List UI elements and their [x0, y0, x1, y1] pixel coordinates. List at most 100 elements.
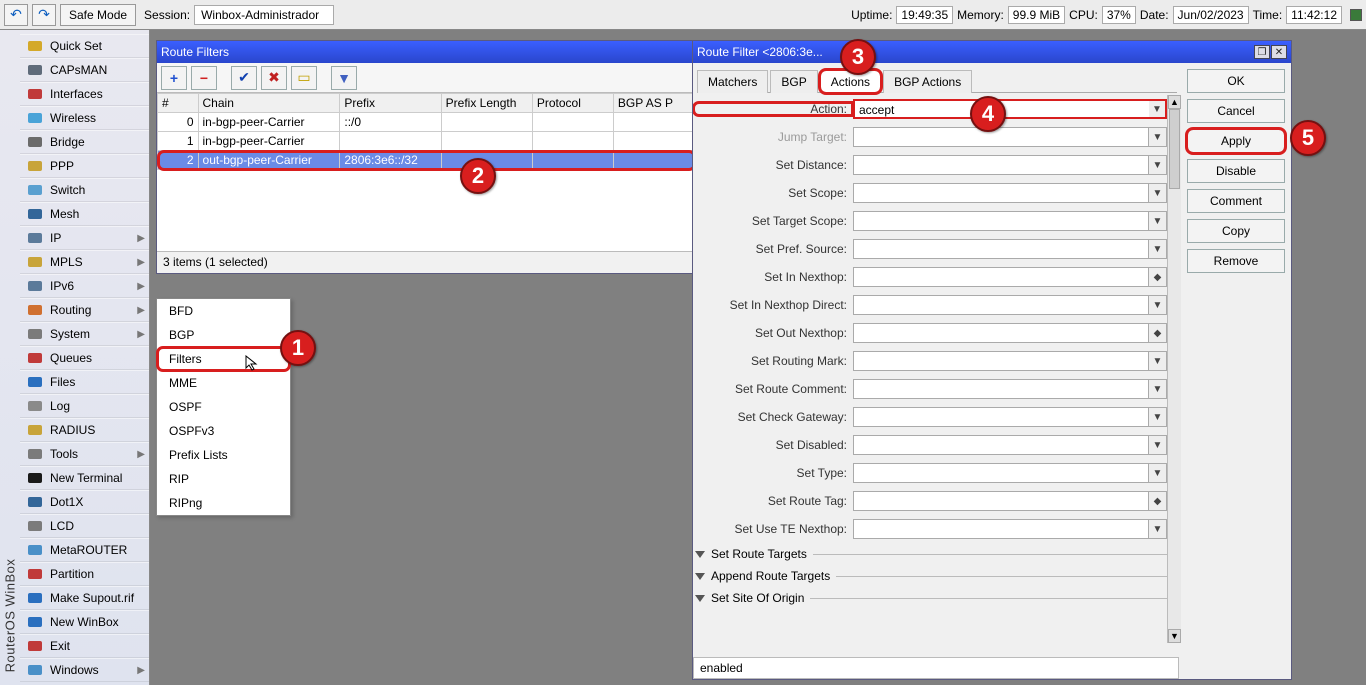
sidebar-item-exit[interactable]: Exit [20, 634, 149, 658]
column-header[interactable]: BGP AS P [613, 94, 694, 113]
sidebar-item-metarouter[interactable]: MetaROUTER [20, 538, 149, 562]
copy-button[interactable]: Copy [1187, 219, 1285, 243]
field-input[interactable] [853, 379, 1149, 399]
dropdown-toggle-icon[interactable]: ◆ [1149, 323, 1167, 343]
filter-button[interactable]: ▼ [331, 66, 357, 90]
remove-button[interactable]: − [191, 66, 217, 90]
sidebar-item-queues[interactable]: Queues [20, 346, 149, 370]
sidebar-item-wireless[interactable]: Wireless [20, 106, 149, 130]
enable-button[interactable]: ✔ [231, 66, 257, 90]
ok-button[interactable]: OK [1187, 69, 1285, 93]
submenu-item-bgp[interactable]: BGP [157, 323, 290, 347]
sidebar-item-windows[interactable]: Windows▶ [20, 658, 149, 682]
scroll-down-icon[interactable]: ▼ [1168, 629, 1181, 643]
dropdown-toggle-icon[interactable]: ▼ [1149, 379, 1167, 399]
apply-button[interactable]: Apply [1187, 129, 1285, 153]
sidebar-item-partition[interactable]: Partition [20, 562, 149, 586]
sidebar-item-radius[interactable]: RADIUS [20, 418, 149, 442]
close-button[interactable]: ✕ [1271, 45, 1287, 59]
table-row[interactable]: 0in-bgp-peer-Carrier::/0 [158, 113, 695, 132]
sidebar-item-ipv6[interactable]: IPv6▶ [20, 274, 149, 298]
sidebar-item-files[interactable]: Files [20, 370, 149, 394]
sidebar-item-new-terminal[interactable]: New Terminal [20, 466, 149, 490]
dropdown-toggle-icon[interactable]: ▼ [1149, 295, 1167, 315]
dropdown-toggle-icon[interactable]: ▼ [1149, 183, 1167, 203]
submenu-item-prefix-lists[interactable]: Prefix Lists [157, 443, 290, 467]
submenu-item-bfd[interactable]: BFD [157, 299, 290, 323]
submenu-item-mme[interactable]: MME [157, 371, 290, 395]
field-input[interactable] [853, 323, 1149, 343]
disable-button[interactable]: ✖ [261, 66, 287, 90]
dropdown-toggle-icon[interactable]: ▼ [1149, 155, 1167, 175]
restore-button[interactable]: ❐ [1254, 45, 1270, 59]
sidebar-item-tools[interactable]: Tools▶ [20, 442, 149, 466]
add-button[interactable]: + [161, 66, 187, 90]
scroll-thumb[interactable] [1169, 109, 1180, 189]
redo-button[interactable]: ↷ [32, 4, 56, 26]
column-header[interactable]: Prefix Length [441, 94, 532, 113]
submenu-item-ripng[interactable]: RIPng [157, 491, 290, 515]
column-header[interactable]: Protocol [532, 94, 613, 113]
disable-button[interactable]: Disable [1187, 159, 1285, 183]
sidebar-item-bridge[interactable]: Bridge [20, 130, 149, 154]
dropdown-toggle-icon[interactable]: ▼ [1149, 463, 1167, 483]
field-input[interactable] [853, 211, 1149, 231]
field-input[interactable] [853, 491, 1149, 511]
dropdown-toggle-icon[interactable]: ▼ [1149, 239, 1167, 259]
table-row[interactable]: 1in-bgp-peer-Carrier [158, 132, 695, 151]
field-input[interactable] [853, 435, 1149, 455]
collapser-set-site-of-origin[interactable]: Set Site Of Origin [693, 587, 1167, 609]
sidebar-item-make-supout-rif[interactable]: Make Supout.rif [20, 586, 149, 610]
tab-matchers[interactable]: Matchers [697, 70, 768, 93]
tab-bgp[interactable]: BGP [770, 70, 817, 93]
dropdown-toggle-icon[interactable]: ◆ [1149, 267, 1167, 287]
field-input[interactable] [853, 407, 1149, 427]
undo-button[interactable]: ↶ [4, 4, 28, 26]
field-input[interactable] [853, 295, 1149, 315]
sidebar-item-quick-set[interactable]: Quick Set [20, 34, 149, 58]
dropdown-toggle-icon[interactable]: ◆ [1149, 491, 1167, 511]
sidebar-item-mesh[interactable]: Mesh [20, 202, 149, 226]
field-input[interactable] [853, 351, 1149, 371]
field-input[interactable] [853, 463, 1149, 483]
collapser-append-route-targets[interactable]: Append Route Targets [693, 565, 1167, 587]
route-filter-detail-titlebar[interactable]: Route Filter <2806:3e... ❐ ✕ [693, 41, 1291, 63]
field-input[interactable] [853, 155, 1149, 175]
submenu-item-rip[interactable]: RIP [157, 467, 290, 491]
table-row[interactable]: 2out-bgp-peer-Carrier2806:3e6::/32 [158, 151, 695, 170]
field-input[interactable] [853, 519, 1149, 539]
sidebar-item-log[interactable]: Log [20, 394, 149, 418]
scroll-up-icon[interactable]: ▲ [1168, 95, 1181, 109]
collapser-set-route-targets[interactable]: Set Route Targets [693, 543, 1167, 565]
dropdown-toggle-icon[interactable]: ▼ [1149, 435, 1167, 455]
safe-mode-button[interactable]: Safe Mode [60, 4, 136, 26]
sidebar-item-dot1x[interactable]: Dot1X [20, 490, 149, 514]
submenu-item-ospfv3[interactable]: OSPFv3 [157, 419, 290, 443]
field-input[interactable] [853, 183, 1149, 203]
dropdown-toggle-icon[interactable]: ▼ [1149, 211, 1167, 231]
sidebar-item-ip[interactable]: IP▶ [20, 226, 149, 250]
column-header[interactable]: # [158, 94, 199, 113]
remove-button[interactable]: Remove [1187, 249, 1285, 273]
comment-button[interactable]: ▭ [291, 66, 317, 90]
session-value[interactable]: Winbox-Administrador [194, 5, 334, 25]
dropdown-toggle-icon[interactable]: ▼ [1149, 351, 1167, 371]
comment-button[interactable]: Comment [1187, 189, 1285, 213]
column-header[interactable]: Prefix [340, 94, 441, 113]
column-header[interactable]: Chain [198, 94, 340, 113]
sidebar-item-system[interactable]: System▶ [20, 322, 149, 346]
field-input[interactable] [853, 239, 1149, 259]
sidebar-item-new-winbox[interactable]: New WinBox [20, 610, 149, 634]
submenu-item-filters[interactable]: Filters [157, 347, 290, 371]
route-filters-table[interactable]: #ChainPrefixPrefix LengthProtocolBGP AS … [157, 93, 695, 251]
submenu-item-ospf[interactable]: OSPF [157, 395, 290, 419]
detail-scrollbar[interactable]: ▲ ▼ [1167, 95, 1181, 643]
field-input[interactable] [853, 267, 1149, 287]
sidebar-item-routing[interactable]: Routing▶ [20, 298, 149, 322]
tab-bgp-actions[interactable]: BGP Actions [883, 70, 972, 93]
cancel-button[interactable]: Cancel [1187, 99, 1285, 123]
sidebar-item-capsman[interactable]: CAPsMAN [20, 58, 149, 82]
sidebar-item-mpls[interactable]: MPLS▶ [20, 250, 149, 274]
dropdown-toggle-icon[interactable]: ▼ [1149, 407, 1167, 427]
sidebar-item-ppp[interactable]: PPP [20, 154, 149, 178]
